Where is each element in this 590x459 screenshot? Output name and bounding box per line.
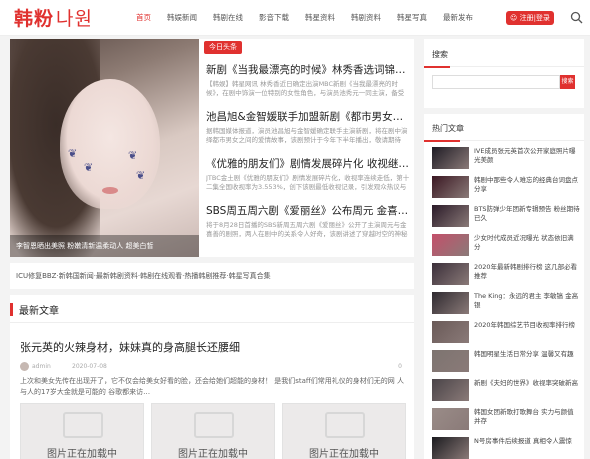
latest-header: 最新文章 (10, 295, 414, 323)
nav-item-news[interactable]: 韩娱新闻 (159, 0, 205, 36)
headline-title[interactable]: SBS周五周六剧《爱丽丝》公布周元 金喜… (206, 204, 410, 218)
headline-title[interactable]: 池昌旭&金智媛联手加盟新剧《都市男女… (206, 110, 410, 124)
hot-article-title[interactable]: BTS防弹少年团新专辑预告 粉丝期待已久 (474, 205, 580, 223)
hot-article-thumbnail[interactable] (432, 408, 469, 430)
headline-item: SBS周五周六剧《爱丽丝》公布周元 金喜… 将于8月28日首播的SBS新周五周六… (206, 204, 410, 239)
article-excerpt: 上次和美女先传在出现开了，它不仅会给美女好看的脸，还会给她们超能的身材！ 是我们… (20, 377, 404, 396)
article-meta: admin 2020-07-08 0 (20, 362, 408, 372)
sidebar-search: 搜索 搜索 (424, 39, 584, 108)
logo-suffix: 나원 (56, 8, 93, 30)
nav-item-downloads[interactable]: 影音下载 (251, 0, 297, 36)
butterfly-icon: ❦ (128, 149, 138, 162)
image-placeholder-icon (325, 412, 365, 438)
hot-article-item[interactable]: 少女时代成员近况曝光 状态依旧满分 (432, 234, 580, 260)
hot-article-title[interactable]: 少女时代成员近况曝光 状态依旧满分 (474, 234, 580, 252)
nav-item-drama-info[interactable]: 韩剧资料 (343, 0, 389, 36)
hero-lips (102, 187, 118, 194)
hot-article-item[interactable]: 韩剧中那些令人难忘的经典台词盘点分享 (432, 176, 580, 202)
article-comment-count: 0 (398, 363, 402, 370)
hot-article-thumbnail[interactable] (432, 379, 469, 401)
nav-item-star-info[interactable]: 韩星资料 (297, 0, 343, 36)
hot-article-thumbnail[interactable] (432, 176, 469, 198)
hot-article-thumbnail[interactable] (432, 321, 469, 343)
hot-article-item[interactable]: 新剧《夫妇的世界》收视率突破新高 (432, 379, 580, 405)
headline-badge: 今日头条 (204, 41, 242, 54)
site-header: 韩粉 나원 首页 韩娱新闻 韩剧在线 影音下载 韩星资料 韩剧资料 韩星写真 最新… (0, 0, 590, 36)
hot-article-thumbnail[interactable] (432, 205, 469, 227)
hot-article-title[interactable]: 韩国明星生活日常分享 温馨又有趣 (474, 350, 580, 368)
main-nav: 首页 韩娱新闻 韩剧在线 影音下载 韩星资料 韩剧资料 韩星写真 最新发布 (128, 0, 481, 36)
headline-title[interactable]: 新剧《当我最漂亮的时候》林秀香选词锦… (206, 63, 410, 77)
section-accent-bar (10, 303, 13, 316)
news-ticker[interactable]: ICU修复BBZ·新韩国新闻·最新韩剧资料·韩剧在线观看·热播韩剧推荐·韩星写真… (10, 263, 414, 289)
butterfly-icon: ❦ (84, 161, 94, 174)
search-input[interactable] (432, 75, 560, 89)
image-placeholder-icon (63, 412, 103, 438)
headline-desc: JTBC金土剧《优雅的朋友们》剧情发展碎片化，收视率连续走低，第十二集全国收视率… (206, 174, 410, 191)
nav-item-home[interactable]: 首页 (128, 0, 159, 36)
hero-image[interactable]: ❦ ❦ ❦ ❦ 李智恩晒出美照 粉嫩清新温柔动人 超美白皙 (10, 39, 199, 257)
headline-item: 《优雅的朋友们》剧情发展碎片化 收视继… JTBC金土剧《优雅的朋友们》剧情发展… (206, 157, 410, 192)
hot-article-item[interactable]: 2020年韩国综艺节目收视率排行榜 (432, 321, 580, 347)
article-thumbnail[interactable]: 图片正在加载中 (151, 403, 275, 459)
article-thumbnail[interactable]: 图片正在加载中 (282, 403, 406, 459)
hot-article-title[interactable]: IVE成员张元英首次公开家庭照片曝光美颜 (474, 147, 580, 165)
search-icon[interactable] (570, 11, 583, 24)
article-date: 2020-07-08 (72, 363, 107, 370)
hot-article-title[interactable]: 韩国女团新歌打歌舞台 实力与颜值并存 (474, 408, 580, 426)
site-logo[interactable]: 韩粉 나원 (14, 4, 93, 31)
hot-article-item[interactable]: IVE成员张元英首次公开家庭照片曝光美颜 (432, 147, 580, 173)
search-title: 搜索 (432, 50, 448, 59)
headline-item: 新剧《当我最漂亮的时候》林秀香选词锦… 【韩娱】韩星网讯 林秀香近日确定出演MB… (206, 63, 410, 98)
headline-desc: 将于8月28日首播的SBS新周五周六剧《爱丽丝》公开了主演周元与金喜善的剧照，两… (206, 221, 408, 238)
hot-article-item[interactable]: 韩国女团新歌打歌舞台 实力与颜值并存 (432, 408, 580, 434)
divider (424, 140, 584, 142)
image-placeholder-icon (194, 412, 234, 438)
nav-item-drama-online[interactable]: 韩剧在线 (205, 0, 251, 36)
hot-article-thumbnail[interactable] (432, 147, 469, 169)
thumbnail-placeholder-text: 图片正在加载中 (178, 449, 248, 459)
logo-name: 韩粉 (14, 8, 55, 30)
article-title[interactable]: 张元英的火辣身材，妹妹真的身高腿长还腰细 (20, 339, 240, 355)
hot-article-item[interactable]: 韩国明星生活日常分享 温馨又有趣 (432, 350, 580, 376)
hot-article-item[interactable]: 2020年最新韩剧排行榜 这几部必看推荐 (432, 263, 580, 289)
butterfly-icon: ❦ (136, 169, 146, 182)
divider (424, 66, 584, 68)
article-thumbnail[interactable]: 图片正在加载中 (20, 403, 144, 459)
hero-caption[interactable]: 李智恩晒出美照 粉嫩清新温柔动人 超美白皙 (10, 235, 199, 257)
latest-heading: 最新文章 (19, 306, 59, 317)
headline-item: 池昌旭&金智媛联手加盟新剧《都市男女… 据韩国媒体报道，演员池昌旭与金智媛确定联… (206, 110, 410, 145)
hot-articles: 热门文章 IVE成员张元英首次公开家庭照片曝光美颜 韩剧中那些令人难忘的经典台词盘… (424, 114, 584, 459)
hot-article-thumbnail[interactable] (432, 263, 469, 285)
hot-article-title[interactable]: N号房事件后续报道 真相令人震惊 (474, 437, 580, 455)
hot-article-title[interactable]: 2020年韩国综艺节目收视率排行榜 (474, 321, 580, 339)
thumbnail-placeholder-text: 图片正在加载中 (309, 449, 379, 459)
headline-card: ❦ ❦ ❦ ❦ 李智恩晒出美照 粉嫩清新温柔动人 超美白皙 今日头条 新剧《当我… (10, 39, 414, 257)
hot-article-thumbnail[interactable] (432, 292, 469, 314)
latest-articles: 最新文章 张元英的火辣身材，妹妹真的身高腿长还腰细 admin 2020-07-… (10, 295, 414, 459)
hot-article-item[interactable]: The King：永远的君主 李敏镐 金高银 (432, 292, 580, 318)
hot-article-thumbnail[interactable] (432, 234, 469, 256)
nav-item-star-photos[interactable]: 韩星写真 (389, 0, 435, 36)
avatar (20, 362, 29, 371)
headline-desc: 据韩国媒体报道，演员池昌旭与金智媛确定联手主演新剧，将在剧中演绎都市男女之间的爱… (206, 127, 408, 144)
hot-title: 热门文章 (432, 124, 464, 133)
nav-item-latest[interactable]: 最新发布 (435, 0, 481, 36)
thumbnail-placeholder-text: 图片正在加载中 (47, 449, 117, 459)
hot-article-title[interactable]: 韩剧中那些令人难忘的经典台词盘点分享 (474, 176, 580, 194)
headline-title[interactable]: 《优雅的朋友们》剧情发展碎片化 收视继… (206, 157, 410, 171)
hot-article-thumbnail[interactable] (432, 437, 469, 459)
butterfly-icon: ❦ (68, 147, 78, 160)
search-button[interactable]: 搜索 (560, 75, 575, 89)
hot-article-thumbnail[interactable] (432, 350, 469, 372)
hot-article-title[interactable]: 2020年最新韩剧排行榜 这几部必看推荐 (474, 263, 580, 281)
hot-article-title[interactable]: 新剧《夫妇的世界》收视率突破新高 (474, 379, 580, 397)
login-button[interactable]: ☺ 注册|登录 (506, 11, 554, 25)
hot-article-title[interactable]: The King：永远的君主 李敏镐 金高银 (474, 292, 580, 310)
hot-article-item[interactable]: N号房事件后续报道 真相令人震惊 (432, 437, 580, 459)
article-author[interactable]: admin (32, 363, 51, 370)
headline-desc: 【韩娱】韩星网讯 林秀香近日确定出演MBC新剧《当我最漂亮的时候》，在剧中饰演一… (206, 80, 405, 97)
hot-article-item[interactable]: BTS防弹少年团新专辑预告 粉丝期待已久 (432, 205, 580, 231)
